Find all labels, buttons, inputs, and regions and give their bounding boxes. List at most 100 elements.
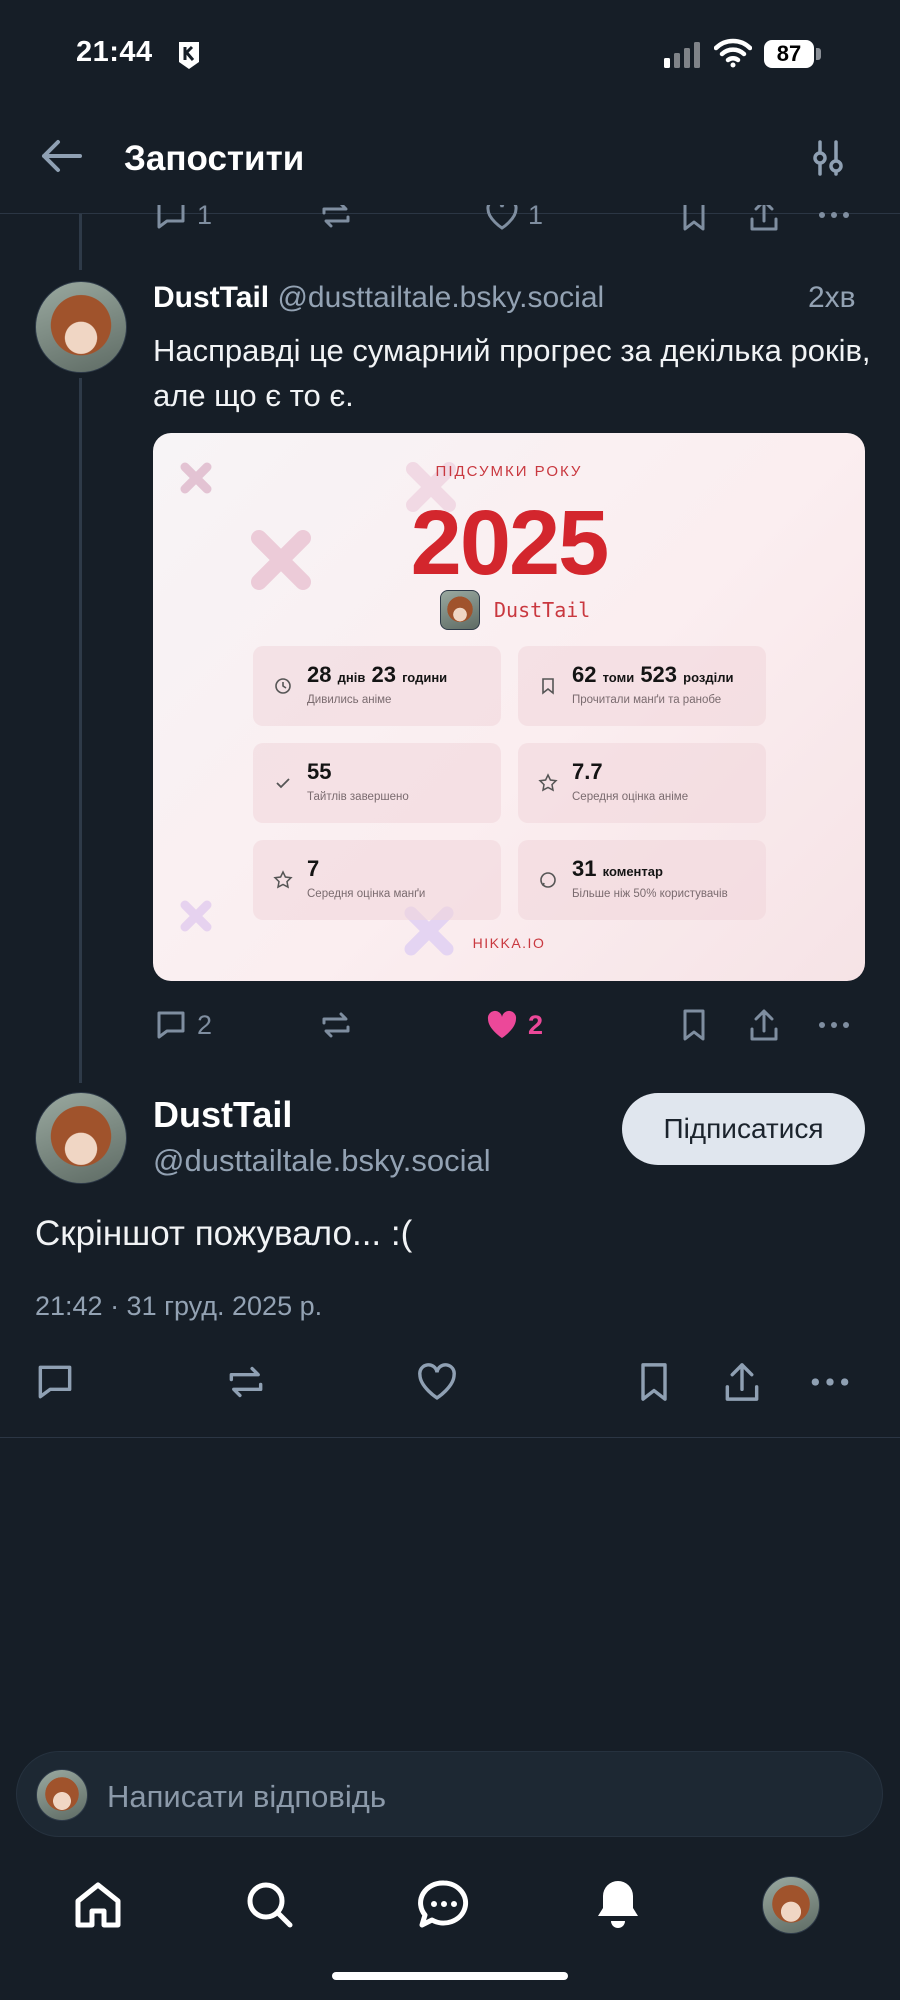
cellular-signal-icon xyxy=(664,42,704,68)
tab-search[interactable] xyxy=(242,1877,298,1933)
stat-card: 55 Тайтлів завершено xyxy=(253,743,501,823)
avatar[interactable] xyxy=(35,281,127,373)
avatar[interactable] xyxy=(35,1092,127,1184)
embed-user: DustTail xyxy=(440,590,590,630)
parent-more-button[interactable] xyxy=(816,205,852,233)
page-title: Запостити xyxy=(124,139,305,178)
post-timestamp[interactable]: 2хв xyxy=(808,281,856,315)
parent-reply-button[interactable]: 1 xyxy=(153,205,212,233)
tab-profile[interactable] xyxy=(762,1876,820,1934)
reply-button[interactable]: 2 xyxy=(153,1007,212,1043)
chat-icon xyxy=(418,1880,469,1928)
stat-value: 7.7 xyxy=(572,759,603,784)
embed-kicker: ПІДСУМКИ РОКУ xyxy=(435,463,583,480)
repost-button[interactable] xyxy=(224,1360,268,1404)
stat-label: Дивились аніме xyxy=(307,694,392,706)
stat-card: 62 томи 523 розділи Прочитали манґи та р… xyxy=(518,646,766,726)
comment-icon xyxy=(157,1011,185,1039)
embedded-image[interactable]: ПІДСУМКИ РОКУ 2025 DustTail 28 днів 23 г… xyxy=(153,433,865,981)
author-handle[interactable]: @dusttailtale.bsky.social xyxy=(153,1143,491,1179)
tab-chat[interactable] xyxy=(416,1877,472,1933)
reply-placeholder[interactable]: Написати відповідь xyxy=(107,1779,386,1815)
stat-label: Прочитали манґи та ранобе xyxy=(572,694,722,706)
author-display-name[interactable]: DustTail xyxy=(153,1094,292,1136)
share-button[interactable] xyxy=(746,1007,782,1043)
like-button[interactable]: 2 xyxy=(484,1007,543,1043)
bookmark-icon xyxy=(683,1009,705,1041)
parent-bookmark-button[interactable] xyxy=(676,205,712,233)
home-icon xyxy=(75,1882,121,1928)
more-icon xyxy=(811,1378,849,1386)
like-button[interactable] xyxy=(415,1360,459,1404)
embed-avatar xyxy=(440,590,480,630)
star-icon xyxy=(538,773,558,792)
bookmark-icon xyxy=(641,1363,667,1401)
like-count: 2 xyxy=(528,1009,544,1040)
reply-composer[interactable]: Написати відповідь xyxy=(16,1751,883,1837)
divider xyxy=(0,1437,900,1438)
repost-icon xyxy=(322,205,350,228)
stat-value: 55 xyxy=(307,759,332,784)
share-icon xyxy=(750,205,778,231)
status-time: 21:44 xyxy=(76,36,153,68)
more-button[interactable] xyxy=(808,1360,852,1404)
repost-icon xyxy=(322,1012,350,1038)
more-icon xyxy=(819,212,849,218)
arrow-left-icon xyxy=(42,140,82,172)
share-button[interactable] xyxy=(720,1360,764,1404)
search-icon xyxy=(247,1882,293,1928)
wifi-icon xyxy=(714,38,752,68)
more-icon xyxy=(819,1022,849,1028)
bell-icon xyxy=(598,1881,638,1928)
repost-button[interactable] xyxy=(318,1007,354,1043)
bookmark-button[interactable] xyxy=(632,1360,676,1404)
heart-icon xyxy=(418,1363,456,1400)
author-handle[interactable]: @dusttailtale.bsky.social xyxy=(277,281,604,314)
parent-reply-count: 1 xyxy=(197,205,213,230)
follow-button[interactable]: Підписатися xyxy=(622,1093,865,1165)
more-button[interactable] xyxy=(816,1007,852,1043)
stat-value: 7 xyxy=(307,856,320,881)
comment-icon xyxy=(540,872,556,888)
bookmark-icon xyxy=(683,205,705,231)
book-icon xyxy=(542,678,554,695)
heart-icon xyxy=(486,205,518,230)
history-icon xyxy=(275,678,291,694)
back-button[interactable] xyxy=(38,136,86,176)
embed-username: DustTail xyxy=(494,598,591,622)
reply-count: 2 xyxy=(197,1009,213,1040)
stat-label: Середня оцінка манґи xyxy=(307,888,426,900)
star-icon xyxy=(273,870,293,889)
post-text: Скріншот пожувало... :( xyxy=(35,1214,413,1253)
tab-notifications[interactable] xyxy=(590,1877,646,1933)
reply-button[interactable] xyxy=(33,1360,77,1404)
app-notification-icon xyxy=(176,40,202,70)
comment-icon xyxy=(38,1365,72,1399)
repost-icon xyxy=(229,1366,263,1398)
tab-home[interactable] xyxy=(70,1877,126,1933)
stat-value: 31 коментар xyxy=(572,856,663,881)
thread-line xyxy=(79,378,82,1083)
post-author[interactable]: DustTail @dusttailtale.bsky.social xyxy=(153,281,604,315)
sliders-icon xyxy=(813,140,843,176)
comment-icon xyxy=(157,205,185,229)
embed-footer: HIKKA.IO xyxy=(472,935,546,951)
avatar xyxy=(36,1769,88,1821)
stat-card: 7.7 Середня оцінка аніме xyxy=(518,743,766,823)
stat-label: Тайтлів завершено xyxy=(307,791,409,803)
parent-like-count: 1 xyxy=(528,205,544,230)
stat-card: 7 Середня оцінка манґи xyxy=(253,840,501,920)
stat-card: 28 днів 23 години Дивились аніме xyxy=(253,646,501,726)
thread-settings-button[interactable] xyxy=(808,138,848,178)
parent-share-button[interactable] xyxy=(746,205,782,233)
parent-repost-button[interactable] xyxy=(318,205,354,233)
parent-like-button[interactable]: 1 xyxy=(484,205,543,233)
stat-value: 62 томи 523 розділи xyxy=(572,662,734,687)
author-display-name[interactable]: DustTail xyxy=(153,281,269,314)
post-actions: 2 2 xyxy=(0,1005,900,1049)
bookmark-button[interactable] xyxy=(676,1007,712,1043)
embed-year: 2025 xyxy=(410,492,610,594)
home-indicator xyxy=(332,1972,568,1980)
post-text: Насправді це сумарний прогрес за декільк… xyxy=(153,333,871,413)
stat-value: 28 днів 23 години xyxy=(307,662,448,687)
